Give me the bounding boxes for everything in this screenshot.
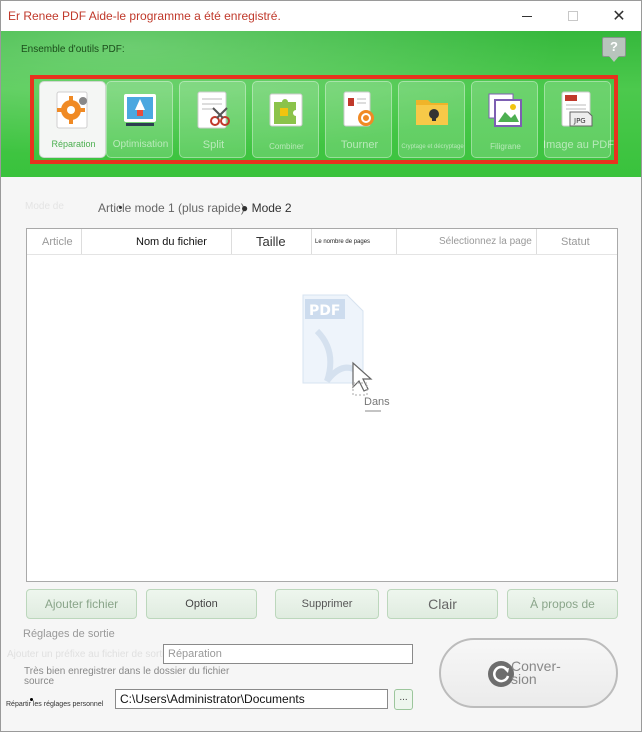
mode-ghost-label: Mode de <box>25 201 64 212</box>
help-button[interactable]: ? <box>602 37 626 62</box>
title-bar: Er Renee PDF Aide-le programme a été enr… <box>1 1 641 31</box>
add-file-button[interactable]: Ajouter fichier <box>26 589 137 619</box>
app-window: Er Renee PDF Aide-le programme a été enr… <box>0 0 642 732</box>
scissors-icon <box>197 91 230 129</box>
column-header-select-page[interactable]: Sélectionnez la page <box>397 229 537 254</box>
about-button[interactable]: À propos de <box>507 589 618 619</box>
mode-2-radio[interactable]: ● Mode 2 <box>241 201 292 215</box>
convert-button[interactable]: Conver-sion <box>439 638 618 708</box>
prefix-option-label[interactable]: Ajouter un préfixe au fichier de sortie <box>7 649 170 660</box>
option-button[interactable]: Option <box>146 589 257 619</box>
tool-encrypt[interactable]: Cryptage et décryptage <box>398 81 465 158</box>
convert-label: Conver-sion <box>511 658 561 687</box>
window-title: Er Renee PDF Aide-le programme a été enr… <box>8 9 281 23</box>
column-header-status[interactable]: Statut <box>537 229 617 254</box>
clear-button[interactable]: Clair <box>387 589 498 619</box>
save-to-source-option[interactable]: Très bien enregistrer dans le dossier du… <box>24 667 244 687</box>
tool-merge-label: Combiner <box>269 142 304 151</box>
tool-rotate[interactable]: Tourner <box>325 81 392 158</box>
personal-settings-option[interactable]: Répartir les réglages personnel <box>6 701 103 708</box>
tool-encrypt-label: Cryptage et décryptage <box>401 144 464 150</box>
tool-rotate-label: Tourner <box>340 139 379 151</box>
tool-repair[interactable]: Réparation <box>39 81 106 158</box>
maximize-button[interactable] <box>550 1 596 31</box>
column-header-article[interactable]: Article <box>27 229 82 254</box>
rocket-icon <box>124 94 156 126</box>
delete-button[interactable]: Supprimer <box>275 589 379 619</box>
column-header-pages[interactable]: Le nombre de pages <box>312 229 397 254</box>
column-header-size[interactable]: Taille <box>232 229 312 254</box>
svg-text:JPG: JPG <box>573 117 586 125</box>
svg-text:PDF: PDF <box>309 303 340 319</box>
image-watermark-icon <box>488 93 522 127</box>
maximize-icon <box>568 11 578 21</box>
drop-hint: Dans <box>364 396 390 408</box>
help-icon: ? <box>610 39 618 54</box>
close-icon: ✕ <box>612 8 626 25</box>
tool-image-to-pdf-label: Image au PDF <box>543 139 614 151</box>
toolset-label: Ensemble d'outils PDF: <box>21 44 125 55</box>
mode-selector: Mode de Article mode 1 (plus rapide) ● M… <box>1 177 641 223</box>
tool-watermark-label: Filigrane <box>490 142 521 151</box>
column-header-filename[interactable]: Nom du fichier <box>82 229 232 254</box>
output-path-input[interactable]: C:\Users\Administrator\Documents <box>115 689 388 709</box>
repair-gear-icon <box>56 91 88 129</box>
tool-optimize-label: Optimisation <box>112 139 169 150</box>
minimize-button[interactable] <box>504 1 550 31</box>
close-button[interactable]: ✕ <box>596 1 641 31</box>
tool-merge[interactable]: Combiner <box>252 81 319 158</box>
minimize-icon <box>522 15 532 17</box>
output-settings-title: Réglages de sortie <box>23 628 115 640</box>
tool-image-to-pdf[interactable]: JPG Image au PDF <box>543 81 614 158</box>
lock-icon <box>416 100 448 125</box>
rotate-icon <box>343 91 374 127</box>
tools-banner: Ensemble d'outils PDF: ? Réparation Opti… <box>1 31 641 177</box>
puzzle-icon <box>269 93 303 127</box>
tool-split-label: Split <box>202 139 225 151</box>
prefix-input[interactable]: Réparation <box>163 644 413 664</box>
tool-optimize[interactable]: Optimisation <box>106 81 173 158</box>
tool-split[interactable]: Split <box>179 81 246 158</box>
jpg-to-pdf-icon: JPG <box>561 91 593 127</box>
browse-button[interactable]: ... <box>394 689 413 710</box>
mode-1-radio-dot <box>119 206 122 209</box>
tool-watermark[interactable]: Filigrane <box>471 81 538 158</box>
file-table[interactable]: Article Nom du fichier Taille Le nombre … <box>26 228 618 582</box>
